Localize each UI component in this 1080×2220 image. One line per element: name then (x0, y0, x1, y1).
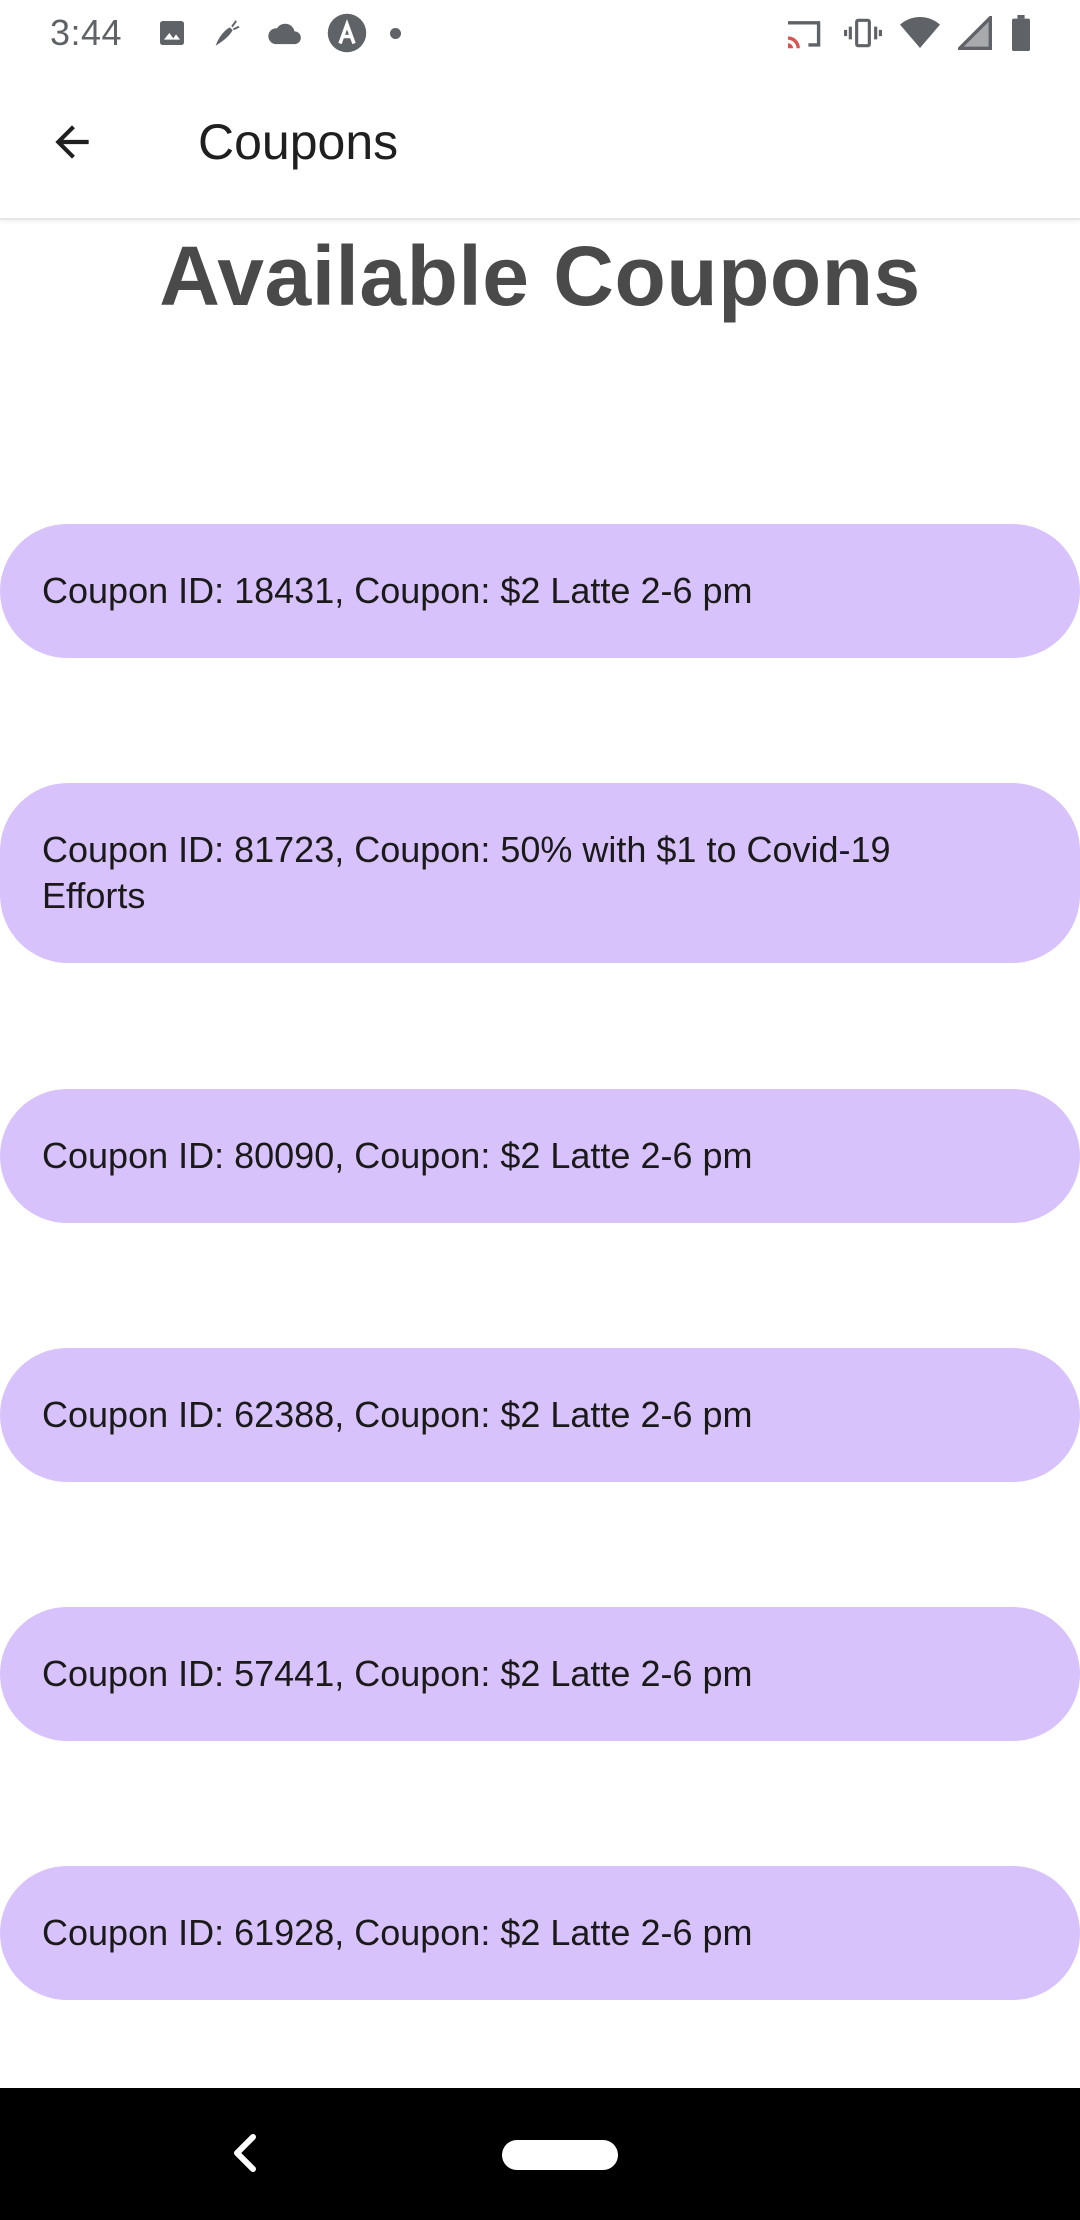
android-studio-icon (326, 12, 368, 54)
image-icon (156, 17, 188, 49)
status-time: 3:44 (50, 12, 123, 53)
status-right (766, 15, 1032, 51)
coupon-item[interactable]: Coupon ID: 62388, Coupon: $2 Latte 2-6 p… (0, 1348, 1080, 1482)
coupon-item[interactable]: Coupon ID: 81723, Coupon: 50% with $1 to… (0, 783, 1080, 963)
status-left: 3:44 (50, 12, 423, 54)
app-bar-title: Coupons (198, 114, 399, 170)
navigation-bar (0, 2088, 1080, 2220)
coupon-text: Coupon ID: 57441, Coupon: $2 Latte 2-6 p… (42, 1653, 753, 1694)
status-bar: 3:44 (0, 0, 1080, 66)
coupon-item[interactable]: Coupon ID: 61928, Coupon: $2 Latte 2-6 p… (0, 1866, 1080, 2000)
notification-dot-icon (390, 27, 402, 39)
coupons-screen: 3:44 Coupons Available Coupons Coupon ID… (0, 0, 1080, 2220)
carrot-icon (210, 16, 244, 50)
cast-icon (784, 16, 826, 50)
coupon-item[interactable]: Coupon ID: 18431, Coupon: $2 Latte 2-6 p… (0, 524, 1080, 658)
back-button[interactable] (22, 92, 122, 192)
home-pill-icon[interactable] (502, 2140, 618, 2170)
vibrate-icon (844, 16, 882, 50)
nav-back-icon (234, 2134, 256, 2172)
wifi-icon (900, 16, 940, 50)
coupon-text: Coupon ID: 61928, Coupon: $2 Latte 2-6 p… (42, 1912, 753, 1953)
cloud-icon (266, 18, 304, 48)
coupon-text: Coupon ID: 81723, Coupon: 50% with $1 to… (42, 829, 891, 916)
battery-icon (1010, 15, 1032, 51)
coupon-text: Coupon ID: 62388, Coupon: $2 Latte 2-6 p… (42, 1394, 753, 1435)
page-title: Available Coupons (159, 229, 921, 323)
coupon-item[interactable]: Coupon ID: 80090, Coupon: $2 Latte 2-6 p… (0, 1089, 1080, 1223)
coupon-text: Coupon ID: 18431, Coupon: $2 Latte 2-6 p… (42, 570, 753, 611)
signal-icon (958, 16, 992, 50)
coupon-item[interactable]: Coupon ID: 57441, Coupon: $2 Latte 2-6 p… (0, 1607, 1080, 1741)
nav-back-button[interactable] (220, 2128, 270, 2178)
arrow-back-icon (55, 125, 89, 159)
coupon-text: Coupon ID: 80090, Coupon: $2 Latte 2-6 p… (42, 1135, 753, 1176)
app-bar: Coupons (0, 66, 1080, 220)
